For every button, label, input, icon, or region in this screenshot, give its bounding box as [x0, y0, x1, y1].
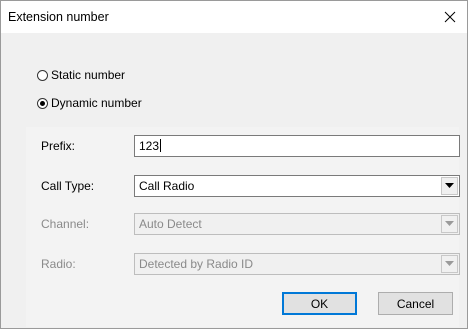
radio-dropdown-button	[441, 255, 458, 273]
prefix-input[interactable]: 123	[134, 135, 460, 157]
call-type-dropdown[interactable]: Call Radio	[134, 175, 460, 197]
radio-label: Radio:	[41, 257, 76, 271]
static-number-label: Static number	[51, 68, 126, 82]
prefix-value: 123	[139, 139, 160, 153]
close-icon	[444, 11, 456, 23]
channel-dropdown: Auto Detect	[134, 213, 460, 235]
call-type-dropdown-button[interactable]	[441, 177, 458, 195]
dialog-body: Static number Dynamic number Prefix: 123…	[1, 33, 467, 328]
ok-button[interactable]: OK	[282, 292, 357, 315]
dropdown-arrow-icon	[445, 183, 454, 188]
static-number-radio[interactable]: Static number	[37, 68, 125, 82]
radio-dropdown: Detected by Radio ID	[134, 253, 460, 275]
radio-button-checked[interactable]	[37, 97, 48, 109]
close-button[interactable]	[433, 1, 467, 33]
radio-button-unchecked[interactable]	[37, 69, 48, 81]
title-bar: Extension number	[1, 1, 467, 33]
dynamic-number-radio[interactable]: Dynamic number	[37, 96, 142, 110]
channel-dropdown-button	[441, 215, 458, 233]
radio-value: Detected by Radio ID	[139, 257, 254, 271]
dialog-title: Extension number	[8, 10, 109, 24]
dropdown-arrow-icon	[445, 261, 454, 266]
dynamic-number-label: Dynamic number	[51, 96, 142, 110]
prefix-label: Prefix:	[41, 139, 76, 153]
call-type-value: Call Radio	[139, 179, 195, 193]
extension-number-dialog: Extension number Static number Dynamic n…	[0, 0, 468, 329]
call-type-label: Call Type:	[41, 179, 95, 193]
text-caret	[160, 139, 162, 152]
cancel-button[interactable]: Cancel	[378, 292, 453, 315]
channel-label: Channel:	[41, 217, 90, 231]
dropdown-arrow-icon	[445, 221, 454, 226]
channel-value: Auto Detect	[139, 217, 202, 231]
